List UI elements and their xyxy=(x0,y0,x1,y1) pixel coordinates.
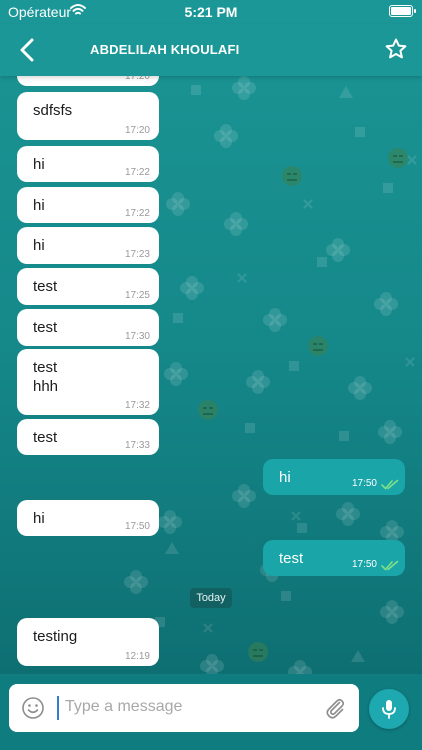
incoming-message[interactable]: hi 17:50 xyxy=(17,500,159,536)
battery-icon xyxy=(389,5,416,17)
date-separator: Today xyxy=(190,588,232,608)
microphone-button[interactable] xyxy=(369,689,409,729)
message-time: 17:20 xyxy=(124,125,150,136)
message-text: test xyxy=(33,319,58,336)
incoming-message[interactable]: testing 12:19 xyxy=(17,618,159,666)
message-time: 17:30 xyxy=(124,331,150,342)
message-time: 17:20 xyxy=(124,76,150,82)
message-text: test xyxy=(279,550,304,567)
message-time: 12:19 xyxy=(124,651,150,662)
message-input[interactable]: Type a message xyxy=(9,684,359,732)
text-caret xyxy=(57,696,59,720)
message-text: sdfsfs xyxy=(33,102,73,119)
incoming-message[interactable]: sdfsfs 17:20 xyxy=(17,92,159,140)
status-bar: Opérateur 5:21 PM xyxy=(0,0,422,24)
outgoing-message[interactable]: test 17:50 xyxy=(263,540,405,576)
incoming-message[interactable]: test hhh 17:32 xyxy=(17,349,159,415)
message-text: hi xyxy=(33,510,45,527)
message-text: hi xyxy=(33,197,45,214)
message-placeholder: Type a message xyxy=(65,698,183,715)
message-time: 17:23 xyxy=(124,249,150,260)
message-time: 17:32 xyxy=(124,400,150,411)
message-text: test xyxy=(33,429,58,446)
message-time: 17:33 xyxy=(124,440,150,451)
read-receipt-icon xyxy=(381,560,399,571)
outgoing-message[interactable]: hi 17:50 xyxy=(263,459,405,495)
message-text: testing xyxy=(33,628,78,645)
message-text: hi xyxy=(33,237,45,254)
star-outline-icon[interactable] xyxy=(384,37,408,61)
paperclip-icon[interactable] xyxy=(323,696,347,720)
message-list[interactable]: 17:20 sdfsfs 17:20 hi 17:22 hi 17:22 hi 17:23 tes… xyxy=(0,76,422,674)
incoming-message[interactable]: hi 17:22 xyxy=(17,187,159,223)
incoming-message[interactable]: hi 17:23 xyxy=(17,227,159,264)
chat-header: ABDELILAH KHOULAFI xyxy=(0,24,422,76)
message-text: test hhh xyxy=(33,359,59,395)
incoming-message[interactable]: test 17:30 xyxy=(17,309,159,346)
incoming-message[interactable]: test 17:33 xyxy=(17,419,159,455)
chat-screen: Opérateur 5:21 PM ABDELILAH KHOULAFI 17:… xyxy=(0,0,422,750)
composer-bar: Type a message xyxy=(0,674,422,750)
message-time: 17:50 xyxy=(351,559,377,570)
message-text: hi xyxy=(33,156,45,173)
message-time: 17:50 xyxy=(351,478,377,489)
smiley-icon[interactable] xyxy=(21,696,45,720)
incoming-message[interactable]: hi 17:22 xyxy=(17,146,159,182)
read-receipt-icon xyxy=(381,479,399,490)
status-time: 5:21 PM xyxy=(184,4,238,20)
contact-name[interactable]: ABDELILAH KHOULAFI xyxy=(90,42,239,57)
back-chevron-icon[interactable] xyxy=(14,36,42,64)
microphone-icon xyxy=(382,700,396,719)
message-text: test xyxy=(33,278,58,295)
incoming-message[interactable]: 17:20 xyxy=(17,76,159,86)
message-time: 17:22 xyxy=(124,208,150,219)
message-time: 17:22 xyxy=(124,167,150,178)
message-time: 17:50 xyxy=(124,521,150,532)
message-text: hi xyxy=(279,469,291,486)
incoming-message[interactable]: test 17:25 xyxy=(17,268,159,305)
message-time: 17:25 xyxy=(124,290,150,301)
